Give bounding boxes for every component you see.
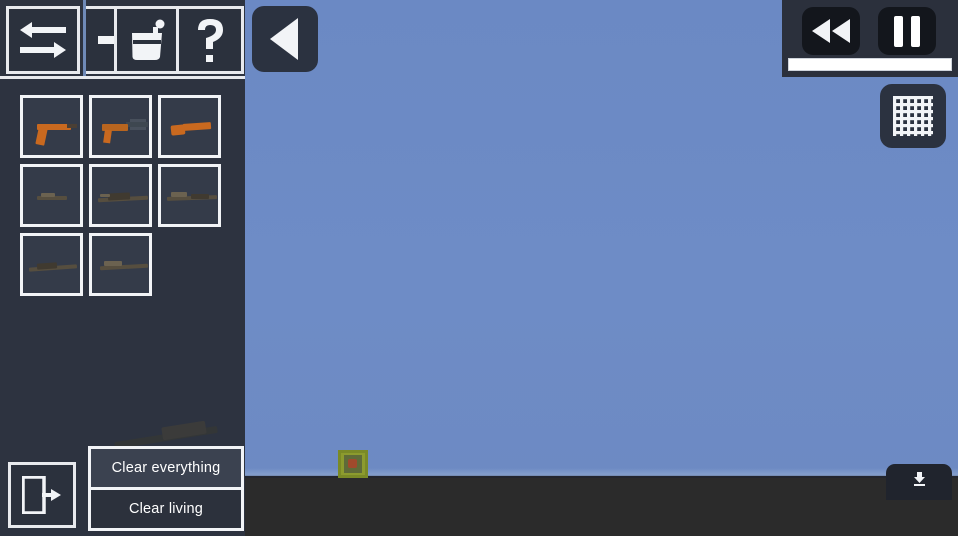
menu-item-clear-everything[interactable]: Clear everything xyxy=(91,449,241,487)
toolbar-underline xyxy=(0,76,245,79)
inventory-slot-assault-rifle[interactable] xyxy=(89,164,152,227)
rewind-icon xyxy=(812,19,850,43)
inventory-slot-marksman-rifle[interactable] xyxy=(89,233,152,296)
pause-icon-bar-left xyxy=(894,15,903,47)
help-button[interactable] xyxy=(176,6,244,74)
playback-panel xyxy=(782,0,958,77)
grid-mesh-icon xyxy=(893,96,933,136)
paint-tool-button[interactable] xyxy=(114,6,184,74)
top-toolbar xyxy=(0,0,245,79)
swap-tool-button[interactable] xyxy=(6,6,80,74)
pause-button[interactable] xyxy=(878,7,936,55)
left-triangle-icon xyxy=(269,18,298,60)
inventory-slot-sawed-off-shotgun[interactable] xyxy=(158,95,221,158)
rewind-button[interactable] xyxy=(802,7,860,55)
context-menu: Clear everything Clear living xyxy=(88,446,244,531)
question-mark-icon xyxy=(198,19,223,62)
menu-item-clear-living[interactable]: Clear living xyxy=(91,490,241,528)
paint-bucket-icon xyxy=(132,19,165,60)
exit-door-icon xyxy=(22,476,61,514)
weapon-inventory-grid xyxy=(20,95,235,302)
inventory-slot-battle-rifle[interactable] xyxy=(158,164,221,227)
toolbar-divider xyxy=(83,0,86,79)
scene-object-crate[interactable] xyxy=(338,450,368,478)
inventory-slot-pistol[interactable] xyxy=(20,95,83,158)
swap-arrows-icon xyxy=(20,22,66,58)
exit-button[interactable] xyxy=(8,462,76,528)
inventory-slot-submachine-gun[interactable] xyxy=(89,95,152,158)
inventory-slot-sniper-rifle[interactable] xyxy=(20,233,83,296)
app-root: Clear everything Clear living xyxy=(0,0,958,536)
download-icon xyxy=(913,472,925,486)
download-tab-button[interactable] xyxy=(886,464,952,500)
time-slider[interactable] xyxy=(788,58,952,71)
grid-toggle-button[interactable] xyxy=(880,84,946,148)
crate-marker xyxy=(348,459,357,468)
back-button[interactable] xyxy=(252,6,318,72)
pause-icon-bar-right xyxy=(911,15,920,47)
inventory-slot-carbine[interactable] xyxy=(20,164,83,227)
